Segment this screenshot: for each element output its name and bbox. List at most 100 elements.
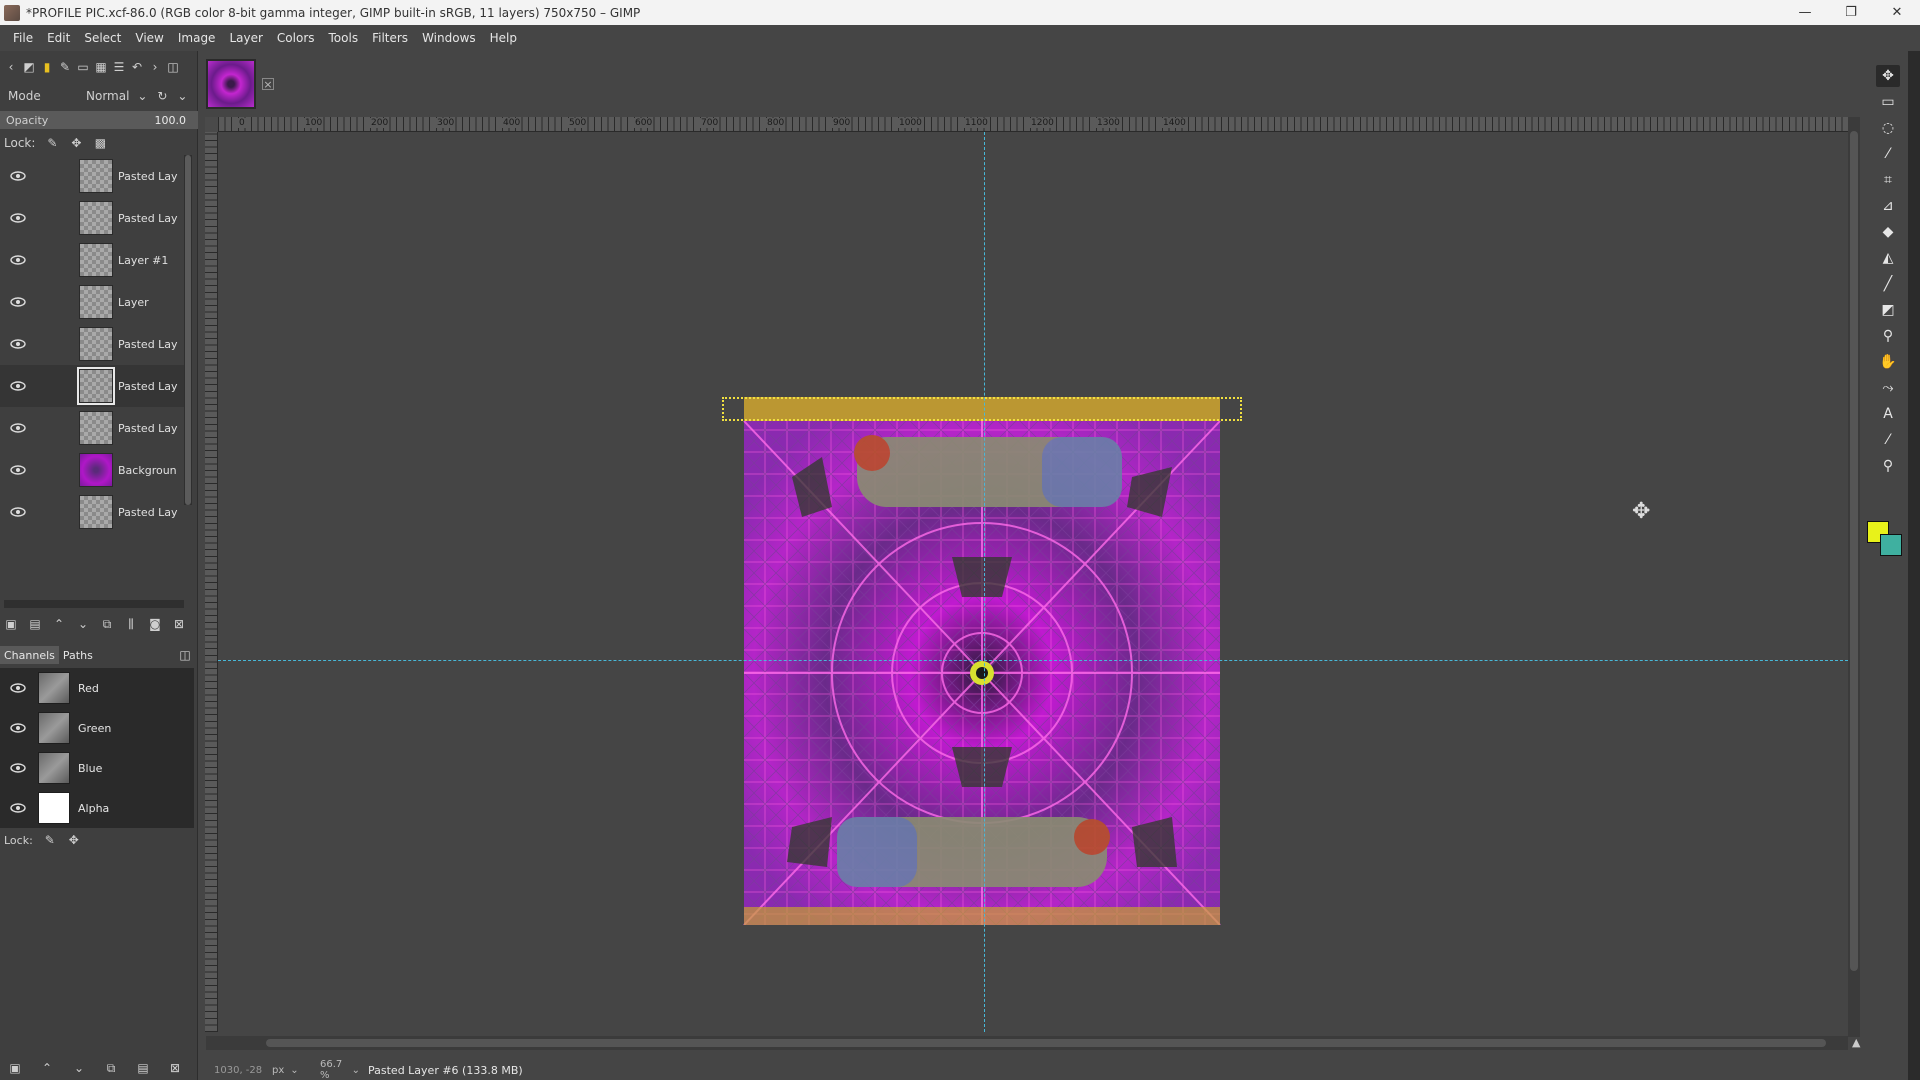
- menu-select[interactable]: Select: [77, 31, 128, 45]
- minimize-button[interactable]: —: [1782, 0, 1828, 25]
- ruler-corner[interactable]: [205, 117, 218, 132]
- tool-options-icon[interactable]: ◩: [22, 60, 36, 74]
- layer-row[interactable]: Pasted Lay: [0, 155, 190, 197]
- lock-pixels-icon[interactable]: ✎: [45, 136, 59, 150]
- mode-select[interactable]: Normal ⌄ ↻ ⌄: [86, 85, 189, 107]
- duplicate-channel-icon[interactable]: ⧉: [104, 1061, 118, 1075]
- layer-row[interactable]: Layer: [0, 281, 190, 323]
- images-icon[interactable]: ▦: [94, 60, 108, 74]
- layer-row[interactable]: Pasted Lay: [0, 491, 190, 533]
- lasso-tool-icon[interactable]: ◌: [1876, 117, 1900, 139]
- undo-history-icon[interactable]: ↶: [130, 60, 144, 74]
- eraser-tool-icon[interactable]: ◩: [1876, 299, 1900, 321]
- horizontal-ruler[interactable]: 0 100 200 300 400 500 600 700 800 900 10…: [218, 117, 1848, 132]
- menu-edit[interactable]: Edit: [40, 31, 77, 45]
- duplicate-layer-icon[interactable]: ⧉: [100, 617, 114, 631]
- visibility-eye-icon[interactable]: [9, 422, 27, 434]
- chevron-right-icon[interactable]: ›: [148, 60, 162, 74]
- menu-layer[interactable]: Layer: [222, 31, 269, 45]
- units-select[interactable]: px ⌄: [272, 1065, 312, 1076]
- visibility-eye-icon[interactable]: [9, 212, 27, 224]
- visibility-eye-icon[interactable]: [9, 464, 27, 476]
- warp-tool-icon[interactable]: ◆: [1876, 221, 1900, 243]
- add-mask-icon[interactable]: ◙: [148, 617, 162, 631]
- lock-alpha-icon[interactable]: ▩: [93, 136, 107, 150]
- tab-channels[interactable]: Channels: [0, 646, 59, 664]
- lock-pixels-icon[interactable]: ✎: [43, 833, 57, 847]
- layer-row[interactable]: Layer #1: [0, 239, 190, 281]
- rect-select-tool-icon[interactable]: ▭: [1876, 91, 1900, 113]
- tab-paths[interactable]: Paths: [59, 646, 97, 664]
- color-picker-tool-icon[interactable]: ⁄: [1876, 429, 1900, 451]
- clone-tool-icon[interactable]: ⚲: [1876, 325, 1900, 347]
- opacity-slider[interactable]: Opacity 100.0: [0, 111, 198, 129]
- new-layer-icon[interactable]: ▤: [28, 617, 42, 631]
- zoom-tool-icon[interactable]: ⚲: [1876, 455, 1900, 477]
- layer-row-active[interactable]: Pasted Lay: [0, 365, 190, 407]
- visibility-eye-icon[interactable]: [9, 296, 27, 308]
- menu-windows[interactable]: Windows: [415, 31, 483, 45]
- layer-row[interactable]: Pasted Lay: [0, 323, 190, 365]
- fuzzy-select-tool-icon[interactable]: ⁄: [1876, 143, 1900, 165]
- close-icon[interactable]: ×: [262, 78, 274, 91]
- paths-tool-icon[interactable]: ⤳: [1876, 377, 1900, 399]
- transform-tool-icon[interactable]: ⊿: [1876, 195, 1900, 217]
- chevron-down-icon[interactable]: ⌄: [175, 89, 189, 103]
- lower-layer-icon[interactable]: ⌄: [76, 617, 90, 631]
- vertical-guide[interactable]: [984, 132, 985, 1032]
- menu-filters[interactable]: Filters: [365, 31, 415, 45]
- bucket-fill-tool-icon[interactable]: ◭: [1876, 247, 1900, 269]
- image-canvas[interactable]: ✥: [218, 132, 1848, 1032]
- dock-menu-icon[interactable]: ◫: [178, 648, 192, 662]
- channel-to-selection-icon[interactable]: ▤: [136, 1061, 150, 1075]
- layer-row[interactable]: Pasted Lay: [0, 197, 190, 239]
- lock-position-icon[interactable]: ✥: [69, 136, 83, 150]
- raise-layer-icon[interactable]: ⌃: [52, 617, 66, 631]
- move-tool-icon[interactable]: ✥: [1876, 65, 1900, 87]
- menu-file[interactable]: File: [6, 31, 40, 45]
- reset-mode-icon[interactable]: ↻: [155, 89, 169, 103]
- new-layer-group-icon[interactable]: ▣: [4, 617, 18, 631]
- paint-icon[interactable]: ✎: [58, 60, 72, 74]
- menu-view[interactable]: View: [128, 31, 170, 45]
- layer-row[interactable]: Backgroun: [0, 449, 190, 491]
- layers-tab-icon[interactable]: ☰: [112, 60, 126, 74]
- delete-channel-icon[interactable]: ⊠: [168, 1061, 182, 1075]
- canvas-h-scrollbar[interactable]: [206, 1036, 1848, 1050]
- channel-row[interactable]: Green: [0, 708, 194, 748]
- visibility-eye-icon[interactable]: [9, 338, 27, 350]
- visibility-eye-icon[interactable]: [9, 722, 27, 734]
- layer-row[interactable]: Pasted Lay: [0, 407, 190, 449]
- vertical-ruler[interactable]: [205, 132, 218, 1032]
- horizontal-guide[interactable]: [218, 660, 1848, 661]
- dock-menu-icon[interactable]: ◫: [166, 60, 180, 74]
- fonts-icon[interactable]: ▭: [76, 60, 90, 74]
- text-tool-icon[interactable]: A: [1876, 403, 1900, 425]
- visibility-eye-icon[interactable]: [9, 170, 27, 182]
- chevron-left-icon[interactable]: ‹: [4, 60, 18, 74]
- lock-position-icon[interactable]: ✥: [67, 833, 81, 847]
- menu-image[interactable]: Image: [171, 31, 223, 45]
- canvas-v-scrollbar[interactable]: [1848, 117, 1860, 1037]
- crop-tool-icon[interactable]: ⌗: [1876, 169, 1900, 191]
- zoom-select[interactable]: 66.7 % ⌄: [320, 1059, 360, 1080]
- navigate-icon[interactable]: ▲: [1852, 1036, 1864, 1050]
- raise-channel-icon[interactable]: ⌃: [40, 1061, 54, 1075]
- visibility-eye-icon[interactable]: [9, 802, 27, 814]
- merge-layer-icon[interactable]: ⫼: [124, 617, 138, 631]
- brushes-icon[interactable]: ▮: [40, 60, 54, 74]
- delete-layer-icon[interactable]: ⊠: [172, 617, 186, 631]
- menu-colors[interactable]: Colors: [270, 31, 322, 45]
- close-window-button[interactable]: ✕: [1874, 0, 1920, 25]
- visibility-eye-icon[interactable]: [9, 506, 27, 518]
- menu-help[interactable]: Help: [483, 31, 524, 45]
- visibility-eye-icon[interactable]: [9, 762, 27, 774]
- smudge-tool-icon[interactable]: ✋: [1876, 351, 1900, 373]
- channel-row[interactable]: Red: [0, 668, 194, 708]
- layers-h-scrollbar[interactable]: [4, 600, 184, 608]
- new-channel-icon[interactable]: ▣: [8, 1061, 22, 1075]
- paintbrush-tool-icon[interactable]: ╱: [1876, 273, 1900, 295]
- maximize-button[interactable]: ❐: [1828, 0, 1874, 25]
- visibility-eye-icon[interactable]: [9, 254, 27, 266]
- background-color-swatch[interactable]: [1880, 534, 1902, 556]
